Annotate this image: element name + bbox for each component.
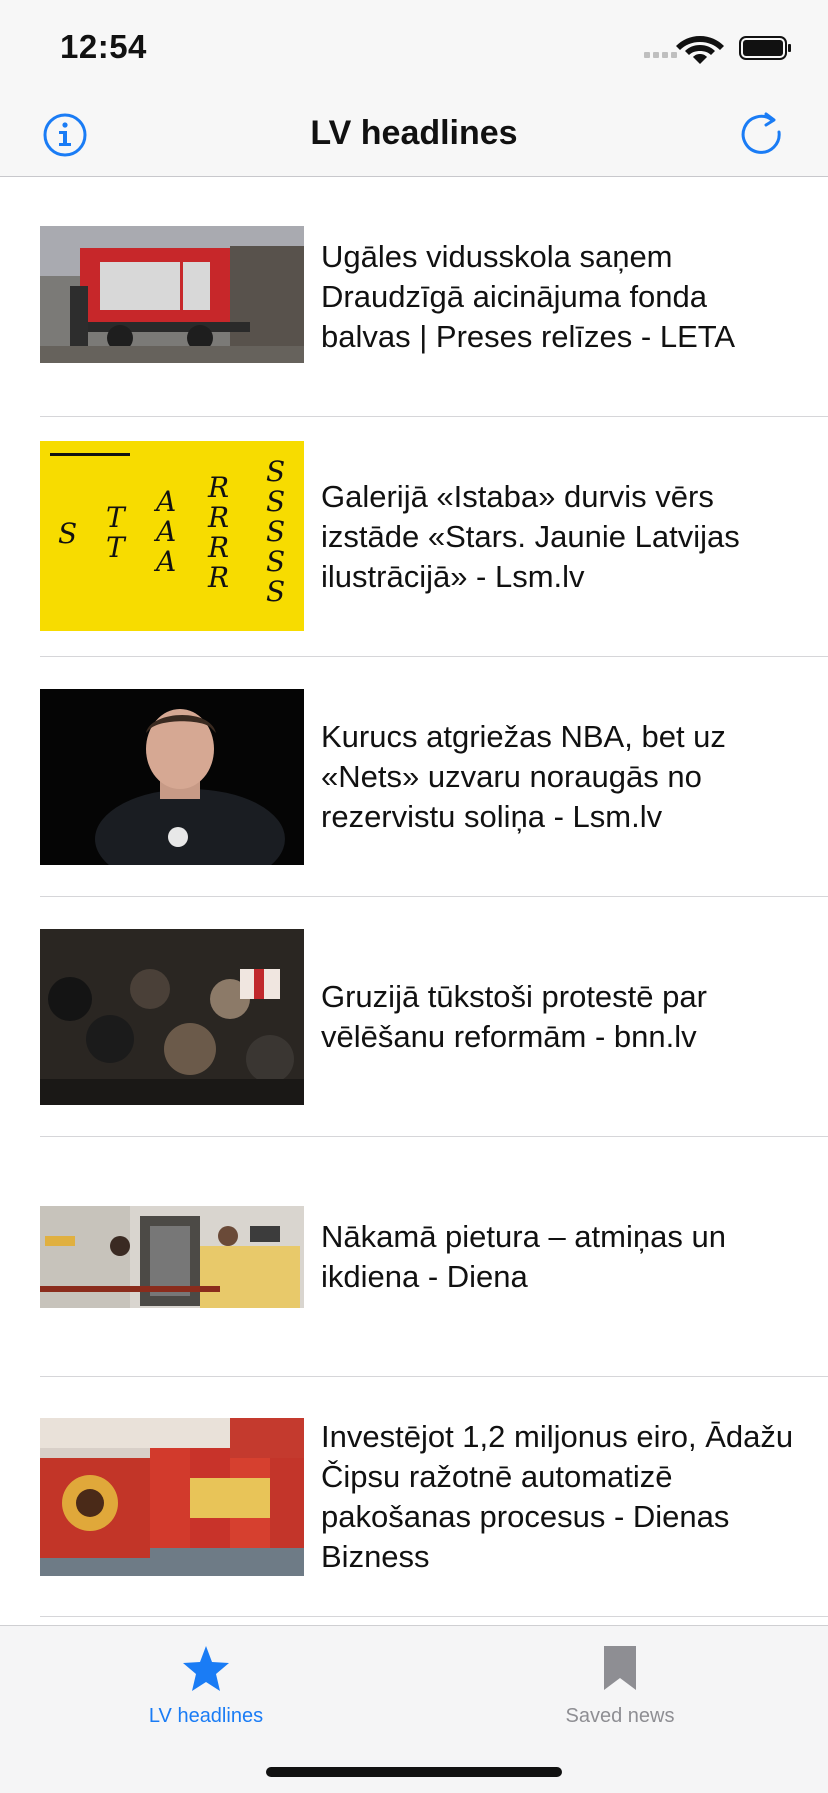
list-item[interactable]: S TT AAA RRRR SSSSS Galerijā «Istaba» du…: [40, 417, 828, 657]
list-item[interactable]: Investējot 1,2 miljonus eiro, Ādažu Čips…: [40, 1377, 828, 1617]
article-headline: Ugāles vidusskola saņem Draudzīgā aicinā…: [321, 238, 736, 354]
list-item[interactable]: Nākamā pietura – atmiņas un ikdiena - Di…: [40, 1137, 828, 1377]
cellular-signal-icon: [644, 52, 677, 58]
tab-label: LV headlines: [148, 1705, 264, 1727]
tab-bar: LV headlines Saved news: [0, 1625, 828, 1793]
home-indicator: [266, 1767, 562, 1777]
article-headline: Galerijā «Istaba» durvis vērs izstāde «S…: [321, 478, 740, 594]
article-thumbnail: S TT AAA RRRR SSSSS: [40, 441, 304, 631]
navigation-bar: LV headlines: [0, 96, 828, 177]
tab-lv-headlines[interactable]: LV headlines: [96, 1644, 316, 1728]
svg-text:A: A: [153, 515, 176, 548]
svg-text:A: A: [153, 485, 176, 518]
status-icons: [644, 34, 794, 64]
article-thumbnail: [40, 1206, 304, 1308]
status-time: 12:54: [60, 28, 147, 65]
refresh-icon: [741, 112, 781, 154]
article-headline: Investējot 1,2 miljonus eiro, Ādažu Čips…: [321, 1418, 794, 1574]
headlines-list: Ugāles vidusskola saņem Draudzīgā aicinā…: [0, 177, 828, 1617]
wifi-icon: [676, 36, 724, 64]
list-item[interactable]: Kurucs atgriežas NBA, bet uz «Nets» uzva…: [40, 657, 828, 897]
stars-poster-image: S TT AAA RRRR SSSSS: [40, 441, 304, 631]
article-headline: Nākamā pietura – atmiņas un ikdiena - Di…: [321, 1218, 726, 1294]
article-thumbnail: [40, 226, 304, 363]
list-item[interactable]: Gruzijā tūkstoši protestē par vēlēšanu r…: [40, 897, 828, 1137]
svg-text:T: T: [106, 531, 127, 564]
article-thumbnail: [40, 1418, 304, 1576]
battery-icon: [739, 36, 791, 60]
tab-saved-news[interactable]: Saved news: [510, 1644, 730, 1728]
star-icon: [183, 1646, 229, 1691]
page-title: LV headlines: [310, 114, 518, 152]
svg-text:R: R: [207, 471, 229, 504]
refresh-button[interactable]: [736, 108, 790, 162]
tab-label: Saved news: [565, 1705, 675, 1727]
article-thumbnail: [40, 929, 304, 1105]
article-thumbnail: [40, 689, 304, 865]
svg-text:T: T: [106, 501, 127, 534]
svg-text:S: S: [266, 455, 285, 488]
list-item[interactable]: Ugāles vidusskola saņem Draudzīgā aicinā…: [40, 177, 828, 417]
svg-text:S: S: [266, 545, 285, 578]
svg-text:S: S: [266, 485, 285, 518]
article-headline: Kurucs atgriežas NBA, bet uz «Nets» uzva…: [321, 718, 726, 834]
svg-text:R: R: [207, 561, 229, 594]
svg-text:S: S: [266, 515, 285, 548]
svg-text:S: S: [58, 517, 77, 550]
svg-text:R: R: [207, 531, 229, 564]
article-headline: Gruzijā tūkstoši protestē par vēlēšanu r…: [321, 978, 707, 1054]
svg-text:R: R: [207, 501, 229, 534]
svg-text:A: A: [153, 545, 176, 578]
bookmark-icon: [604, 1646, 636, 1690]
svg-text:S: S: [266, 575, 285, 608]
status-bar: 12:54: [0, 0, 828, 96]
